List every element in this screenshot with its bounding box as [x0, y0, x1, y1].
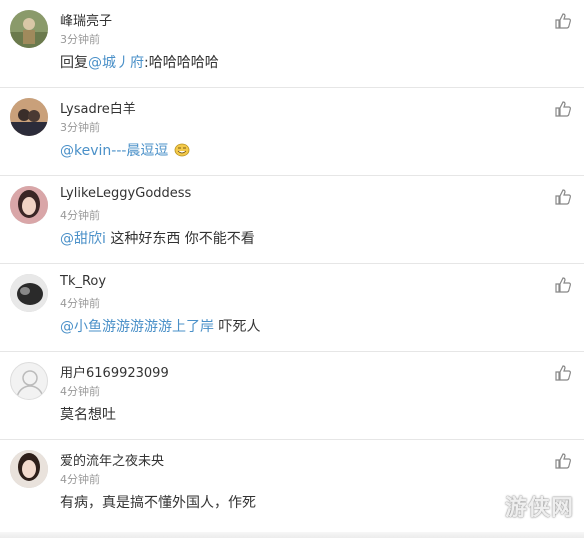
mention-link[interactable]: @小鱼游游游游游上了岸 [60, 319, 214, 335]
thumbs-up-icon[interactable] [554, 452, 572, 470]
comment-time: 3分钟前 [60, 33, 100, 46]
mention-link[interactable]: @城丿府 [88, 55, 144, 71]
comment-item: Lysadre白羊 3分钟前 @kevin---晨逗逗 [0, 88, 584, 176]
thumbs-up-icon[interactable] [554, 12, 572, 30]
comment-body: :哈哈哈哈哈 [144, 55, 219, 71]
comment-item: 用户6169923099 4分钟前 莫名想吐 [0, 352, 584, 440]
mention-link[interactable]: @kevin---晨逗逗 [60, 143, 168, 159]
avatar[interactable] [10, 10, 48, 48]
comment-username[interactable]: 峰瑞亮子 [60, 10, 112, 29]
comment-time: 4分钟前 [60, 297, 100, 310]
avatar[interactable] [10, 98, 48, 136]
site-watermark: 游侠网 [504, 495, 574, 521]
grin-emoji-icon [174, 143, 190, 157]
avatar[interactable] [10, 274, 48, 312]
comment-username[interactable]: Lysadre白羊 [60, 98, 136, 117]
avatar[interactable] [10, 450, 48, 488]
comment-text: 莫名想吐 [60, 404, 116, 424]
comment-username[interactable]: Tk_Roy [60, 274, 106, 289]
comment-item: 峰瑞亮子 3分钟前 回复@城丿府:哈哈哈哈哈 [0, 0, 584, 88]
comment-time: 4分钟前 [60, 385, 100, 398]
comment-list: 峰瑞亮子 3分钟前 回复@城丿府:哈哈哈哈哈 Lysadre白羊 3分钟前 @k… [0, 0, 584, 528]
thumbs-up-icon[interactable] [554, 100, 572, 118]
comment-text: 回复@城丿府:哈哈哈哈哈 [60, 52, 219, 72]
comment-time: 4分钟前 [60, 209, 100, 222]
comment-item: LylikeLeggyGoddess 4分钟前 @甜欣i 这种好东西 你不能不看 [0, 176, 584, 264]
comment-body: 有病，真是搞不懂外国人，作死 [60, 495, 256, 511]
comment-body: 吓死人 [214, 319, 261, 335]
comment-time: 3分钟前 [60, 121, 100, 134]
avatar[interactable] [10, 362, 48, 400]
comment-username[interactable]: LylikeLeggyGoddess [60, 186, 191, 201]
comment-text: 有病，真是搞不懂外国人，作死 [60, 492, 256, 512]
comment-text: @小鱼游游游游游上了岸 吓死人 [60, 316, 260, 336]
comment-body: 这种好东西 你不能不看 [105, 231, 255, 247]
comment-username[interactable]: 用户6169923099 [60, 362, 169, 381]
comment-text: @kevin---晨逗逗 [60, 140, 190, 160]
comment-text: @甜欣i 这种好东西 你不能不看 [60, 228, 255, 248]
bottom-toolbar-edge [0, 532, 584, 538]
avatar[interactable] [10, 186, 48, 224]
comment-body: 莫名想吐 [60, 407, 116, 423]
comment-item: 爱的流年之夜未央 4分钟前 有病，真是搞不懂外国人，作死 [0, 440, 584, 528]
comment-username[interactable]: 爱的流年之夜未央 [60, 450, 164, 469]
thumbs-up-icon[interactable] [554, 364, 572, 382]
thumbs-up-icon[interactable] [554, 188, 572, 206]
mention-link[interactable]: @甜欣i [60, 231, 106, 247]
thumbs-up-icon[interactable] [554, 276, 572, 294]
comment-time: 4分钟前 [60, 473, 100, 486]
reply-prefix: 回复 [60, 55, 88, 71]
comment-item: Tk_Roy 4分钟前 @小鱼游游游游游上了岸 吓死人 [0, 264, 584, 352]
